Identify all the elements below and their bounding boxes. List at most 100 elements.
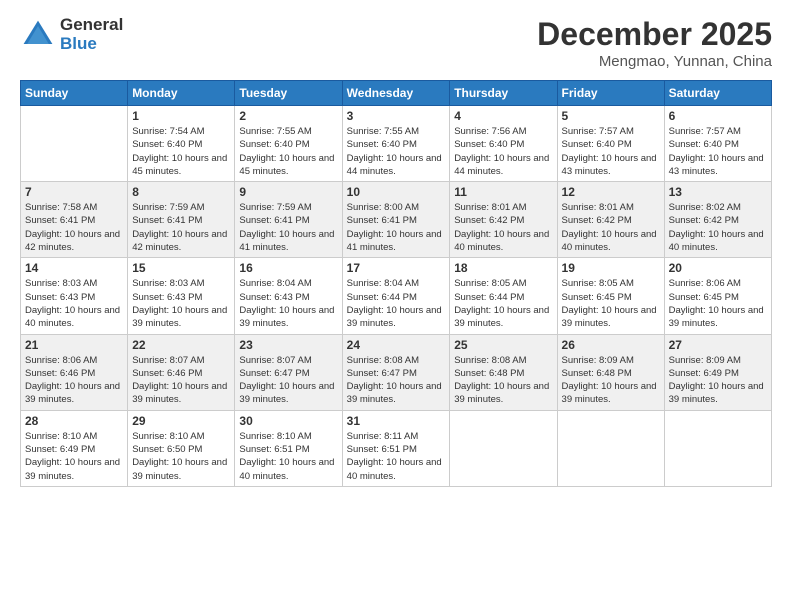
day-number: 2 <box>239 109 337 123</box>
day-number: 29 <box>132 414 230 428</box>
calendar-cell: 11 Sunrise: 8:01 AM Sunset: 6:42 PM Dayli… <box>450 182 557 258</box>
day-info: Sunrise: 8:06 AM Sunset: 6:45 PM Dayligh… <box>669 277 767 330</box>
day-number: 11 <box>454 185 552 199</box>
day-info: Sunrise: 8:09 AM Sunset: 6:48 PM Dayligh… <box>562 354 660 407</box>
calendar-cell: 22Sunrise: 8:07 AM Sunset: 6:46 PM Dayli… <box>128 334 235 410</box>
calendar-row-4: 21 Sunrise: 8:06 AM Sunset: 6:46 PM Dayli… <box>21 334 772 410</box>
day-number: 31 <box>347 414 446 428</box>
calendar-title: December 2025 <box>537 16 772 53</box>
day-number: 30 <box>239 414 337 428</box>
calendar-cell: 15 Sunrise: 8:03 AM Sunset: 6:43 PM Dayli… <box>128 258 235 334</box>
calendar-cell: 14 Sunrise: 8:03 AM Sunset: 6:43 PM Dayli… <box>21 258 128 334</box>
calendar-row-1: 1Sunrise: 7:54 AM Sunset: 6:40 PM Daylig… <box>21 106 772 182</box>
day-number: 19 <box>562 261 660 275</box>
calendar-cell: 16 Sunrise: 8:04 AM Sunset: 6:43 PM Dayli… <box>235 258 342 334</box>
day-info: Sunrise: 7:56 AM Sunset: 6:40 PM Dayligh… <box>454 125 552 178</box>
logo-blue-text: Blue <box>60 35 123 54</box>
calendar-cell: 27 Sunrise: 8:09 AM Sunset: 6:49 PM Dayli… <box>664 334 771 410</box>
calendar-cell: 12Sunrise: 8:01 AM Sunset: 6:42 PM Dayli… <box>557 182 664 258</box>
day-info: Sunrise: 8:11 AM Sunset: 6:51 PM Dayligh… <box>347 430 446 483</box>
calendar-row-5: 28Sunrise: 8:10 AM Sunset: 6:49 PM Dayli… <box>21 410 772 486</box>
calendar-cell: 28Sunrise: 8:10 AM Sunset: 6:49 PM Dayli… <box>21 410 128 486</box>
calendar-row-2: 7 Sunrise: 7:58 AM Sunset: 6:41 PM Daylig… <box>21 182 772 258</box>
day-number: 14 <box>25 261 123 275</box>
day-info: Sunrise: 7:57 AM Sunset: 6:40 PM Dayligh… <box>562 125 660 178</box>
day-info: Sunrise: 8:07 AM Sunset: 6:47 PM Dayligh… <box>239 354 337 407</box>
day-info: Sunrise: 8:10 AM Sunset: 6:51 PM Dayligh… <box>239 430 337 483</box>
header-tuesday: Tuesday <box>235 81 342 106</box>
calendar-cell: 29 Sunrise: 8:10 AM Sunset: 6:50 PM Dayli… <box>128 410 235 486</box>
calendar-cell: 4Sunrise: 7:56 AM Sunset: 6:40 PM Daylig… <box>450 106 557 182</box>
logo: General Blue <box>20 16 123 53</box>
header: General Blue December 2025 Mengmao, Yunn… <box>20 16 772 70</box>
day-info: Sunrise: 8:05 AM Sunset: 6:44 PM Dayligh… <box>454 277 552 330</box>
header-saturday: Saturday <box>664 81 771 106</box>
day-info: Sunrise: 8:08 AM Sunset: 6:48 PM Dayligh… <box>454 354 552 407</box>
calendar-cell: 24 Sunrise: 8:08 AM Sunset: 6:47 PM Dayli… <box>342 334 450 410</box>
calendar-cell: 8 Sunrise: 7:59 AM Sunset: 6:41 PM Daylig… <box>128 182 235 258</box>
page: General Blue December 2025 Mengmao, Yunn… <box>0 0 792 612</box>
day-number: 13 <box>669 185 767 199</box>
calendar-cell: 17 Sunrise: 8:04 AM Sunset: 6:44 PM Dayli… <box>342 258 450 334</box>
day-info: Sunrise: 8:01 AM Sunset: 6:42 PM Dayligh… <box>562 201 660 254</box>
calendar-cell <box>450 410 557 486</box>
day-info: Sunrise: 8:07 AM Sunset: 6:46 PM Dayligh… <box>132 354 230 407</box>
header-monday: Monday <box>128 81 235 106</box>
day-number: 24 <box>347 338 446 352</box>
day-number: 3 <box>347 109 446 123</box>
day-info: Sunrise: 8:03 AM Sunset: 6:43 PM Dayligh… <box>25 277 123 330</box>
calendar-cell: 6 Sunrise: 7:57 AM Sunset: 6:40 PM Daylig… <box>664 106 771 182</box>
day-info: Sunrise: 8:04 AM Sunset: 6:43 PM Dayligh… <box>239 277 337 330</box>
day-number: 25 <box>454 338 552 352</box>
day-info: Sunrise: 8:06 AM Sunset: 6:46 PM Dayligh… <box>25 354 123 407</box>
calendar-cell: 5Sunrise: 7:57 AM Sunset: 6:40 PM Daylig… <box>557 106 664 182</box>
day-number: 10 <box>347 185 446 199</box>
calendar-cell: 9Sunrise: 7:59 AM Sunset: 6:41 PM Daylig… <box>235 182 342 258</box>
calendar-cell <box>557 410 664 486</box>
calendar-cell <box>664 410 771 486</box>
day-info: Sunrise: 8:09 AM Sunset: 6:49 PM Dayligh… <box>669 354 767 407</box>
day-number: 15 <box>132 261 230 275</box>
header-sunday: Sunday <box>21 81 128 106</box>
header-thursday: Thursday <box>450 81 557 106</box>
day-number: 20 <box>669 261 767 275</box>
day-number: 17 <box>347 261 446 275</box>
day-info: Sunrise: 8:10 AM Sunset: 6:50 PM Dayligh… <box>132 430 230 483</box>
day-info: Sunrise: 7:59 AM Sunset: 6:41 PM Dayligh… <box>132 201 230 254</box>
calendar-row-3: 14 Sunrise: 8:03 AM Sunset: 6:43 PM Dayli… <box>21 258 772 334</box>
calendar-cell: 2Sunrise: 7:55 AM Sunset: 6:40 PM Daylig… <box>235 106 342 182</box>
day-info: Sunrise: 7:58 AM Sunset: 6:41 PM Dayligh… <box>25 201 123 254</box>
day-info: Sunrise: 7:55 AM Sunset: 6:40 PM Dayligh… <box>347 125 446 178</box>
header-wednesday: Wednesday <box>342 81 450 106</box>
calendar-cell: 26 Sunrise: 8:09 AM Sunset: 6:48 PM Dayli… <box>557 334 664 410</box>
logo-text: General Blue <box>60 16 123 53</box>
day-info: Sunrise: 8:01 AM Sunset: 6:42 PM Dayligh… <box>454 201 552 254</box>
day-info: Sunrise: 8:10 AM Sunset: 6:49 PM Dayligh… <box>25 430 123 483</box>
logo-general-text: General <box>60 16 123 35</box>
day-number: 26 <box>562 338 660 352</box>
day-number: 16 <box>239 261 337 275</box>
day-number: 7 <box>25 185 123 199</box>
day-info: Sunrise: 8:05 AM Sunset: 6:45 PM Dayligh… <box>562 277 660 330</box>
day-number: 9 <box>239 185 337 199</box>
header-friday: Friday <box>557 81 664 106</box>
calendar-cell: 10Sunrise: 8:00 AM Sunset: 6:41 PM Dayli… <box>342 182 450 258</box>
title-area: December 2025 Mengmao, Yunnan, China <box>537 16 772 70</box>
day-number: 8 <box>132 185 230 199</box>
day-info: Sunrise: 8:04 AM Sunset: 6:44 PM Dayligh… <box>347 277 446 330</box>
calendar-cell: 31 Sunrise: 8:11 AM Sunset: 6:51 PM Dayli… <box>342 410 450 486</box>
calendar-cell <box>21 106 128 182</box>
day-number: 18 <box>454 261 552 275</box>
day-number: 21 <box>25 338 123 352</box>
calendar-cell: 18 Sunrise: 8:05 AM Sunset: 6:44 PM Dayli… <box>450 258 557 334</box>
calendar-cell: 7 Sunrise: 7:58 AM Sunset: 6:41 PM Daylig… <box>21 182 128 258</box>
calendar-cell: 13Sunrise: 8:02 AM Sunset: 6:42 PM Dayli… <box>664 182 771 258</box>
day-info: Sunrise: 8:03 AM Sunset: 6:43 PM Dayligh… <box>132 277 230 330</box>
calendar-cell: 25 Sunrise: 8:08 AM Sunset: 6:48 PM Dayli… <box>450 334 557 410</box>
calendar-table: Sunday Monday Tuesday Wednesday Thursday… <box>20 80 772 487</box>
calendar-cell: 19 Sunrise: 8:05 AM Sunset: 6:45 PM Dayli… <box>557 258 664 334</box>
day-number: 6 <box>669 109 767 123</box>
day-info: Sunrise: 7:57 AM Sunset: 6:40 PM Dayligh… <box>669 125 767 178</box>
day-info: Sunrise: 8:08 AM Sunset: 6:47 PM Dayligh… <box>347 354 446 407</box>
day-number: 27 <box>669 338 767 352</box>
